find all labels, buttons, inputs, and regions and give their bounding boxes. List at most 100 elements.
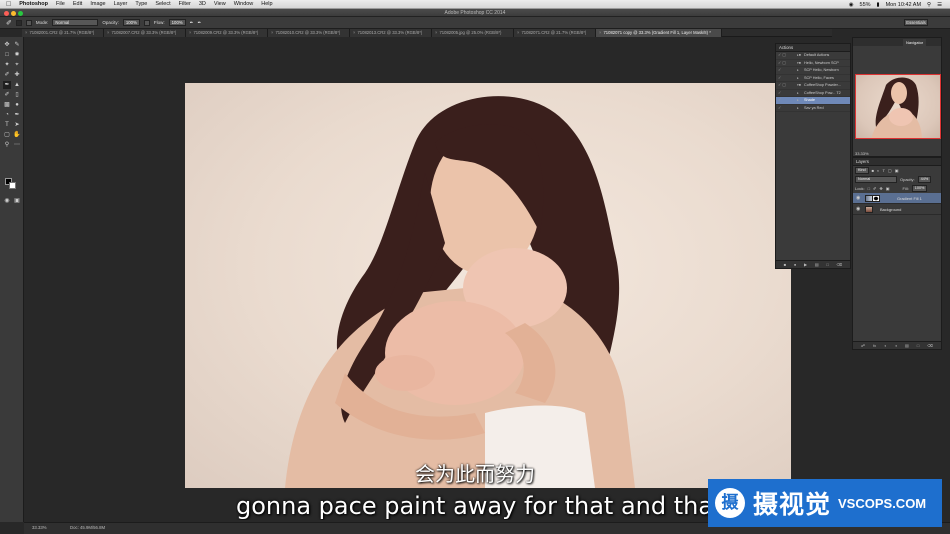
gradient-tool-icon[interactable]: ▩	[3, 101, 11, 109]
crop-tool-icon[interactable]: ⌖	[13, 61, 21, 69]
add-mask-icon[interactable]: ◐	[884, 343, 886, 348]
close-tab-icon[interactable]: ×	[25, 30, 27, 35]
background-color-swatch[interactable]	[9, 182, 16, 189]
new-group-icon[interactable]: ▤	[905, 343, 909, 348]
checkmark-icon[interactable]: ✓ ▢	[778, 82, 786, 89]
rectangle-tool-icon[interactable]: ▢	[3, 131, 11, 139]
action-set-row[interactable]: ✓ ▢ ▾■ Hello, Newborn SCP	[776, 60, 850, 67]
adjustment-layer-icon[interactable]: ◑	[895, 343, 897, 348]
mode-select[interactable]: Normal	[52, 19, 99, 26]
brush-panel-toggle[interactable]	[25, 19, 32, 26]
document-canvas-photo[interactable]	[185, 83, 791, 488]
disclosure-icon[interactable]: ▸	[797, 97, 799, 104]
checkmark-icon[interactable]: ✓ ▢	[778, 60, 786, 67]
marquee-tool-icon[interactable]: □	[3, 51, 11, 59]
list-icon[interactable]: ☰	[937, 2, 942, 8]
close-tab-icon[interactable]: ×	[599, 30, 601, 35]
trash-icon[interactable]: ⌫	[837, 262, 843, 267]
checkmark-icon[interactable]: ✓	[778, 75, 781, 82]
more-tools-icon[interactable]: ⋯	[13, 141, 21, 149]
pen-tool-icon[interactable]: ✒	[13, 111, 21, 119]
eyedropper-tool-icon[interactable]: ✐	[3, 71, 11, 79]
layer-row-background[interactable]: ◉ Background	[853, 204, 941, 215]
stop-icon[interactable]: ■	[784, 262, 786, 267]
checkmark-icon[interactable]: ✓	[778, 90, 781, 97]
lasso-tool-icon[interactable]: ✸	[13, 51, 21, 59]
quick-mask-icon[interactable]: ◉	[3, 197, 11, 205]
status-zoom[interactable]: 33.33%	[32, 525, 47, 530]
checkmark-icon[interactable]: ✓	[778, 97, 781, 104]
workspace-switcher[interactable]: Essentials	[904, 19, 928, 26]
close-tab-icon[interactable]: ×	[517, 30, 519, 35]
opacity-field[interactable]: 100%	[122, 19, 140, 26]
document-tab[interactable]: × 71082005.jpg @ 25.0% (RGB/8*)	[432, 29, 514, 37]
filter-kind-select[interactable]: Kind	[855, 167, 869, 174]
menu-edit[interactable]: Edit	[73, 1, 82, 7]
new-action-icon[interactable]: □	[826, 262, 828, 267]
fx-icon[interactable]: fx	[873, 343, 876, 348]
action-row[interactable]: ✓ ▸ SCP Hello, Faces	[776, 75, 850, 82]
hand-tool-icon[interactable]: ✋	[13, 131, 21, 139]
menu-image[interactable]: Image	[90, 1, 105, 7]
menu-3d[interactable]: 3D	[199, 1, 206, 7]
brush-tool-icon[interactable]: ✐	[6, 19, 12, 27]
battery-level[interactable]: 55%	[860, 2, 871, 8]
app-menu[interactable]: Photoshop	[19, 1, 48, 7]
flow-field[interactable]: 100%	[168, 19, 186, 26]
checkmark-icon[interactable]: ✓	[778, 105, 781, 112]
filter-type-icon[interactable]: T	[882, 168, 884, 173]
disclosure-icon[interactable]: ▸	[797, 75, 799, 82]
actions-panel-title[interactable]: Actions	[776, 44, 850, 52]
trash-icon[interactable]: ⌫	[927, 343, 933, 348]
blend-mode-select[interactable]: Normal	[855, 176, 897, 183]
visibility-eye-icon[interactable]: ◉	[856, 195, 860, 201]
action-row-selected[interactable]: ✓ ▸ Shade	[776, 97, 850, 105]
new-set-icon[interactable]: ▤	[815, 262, 819, 267]
close-tab-icon[interactable]: ×	[353, 30, 355, 35]
document-tab-active[interactable]: × 71082071 copy @ 33.3% (Gradient Fill 1,…	[596, 29, 722, 37]
eraser-tool-icon[interactable]: ▯	[13, 91, 21, 99]
blur-tool-icon[interactable]: ●	[13, 101, 21, 109]
layer-thumbnail[interactable]	[865, 206, 873, 213]
size-pressure-icon[interactable]: ✒	[197, 20, 201, 26]
lock-position-icon[interactable]: ✥	[879, 186, 882, 191]
clock[interactable]: Mon 10:42 AM	[886, 2, 921, 8]
close-tab-icon[interactable]: ×	[435, 30, 437, 35]
menu-view[interactable]: View	[214, 1, 226, 7]
close-tab-icon[interactable]: ×	[107, 30, 109, 35]
disclosure-icon[interactable]: ▸	[797, 105, 799, 112]
layer-fill-field[interactable]: 100%	[911, 185, 928, 192]
new-layer-icon[interactable]: □	[917, 343, 919, 348]
menu-type[interactable]: Type	[135, 1, 147, 7]
action-row[interactable]: ✓ ▸ SCP Hello, Newborn	[776, 67, 850, 75]
menu-filter[interactable]: Filter	[179, 1, 191, 7]
disclosure-icon[interactable]: ▸	[797, 90, 799, 97]
dodge-tool-icon[interactable]: ◔	[3, 111, 11, 119]
layer-mask-thumbnail[interactable]	[872, 195, 880, 202]
document-tab[interactable]: × 71082007.CR2 @ 33.3% (RGB/8*)	[104, 29, 186, 37]
airbrush-icon[interactable]: ✒	[190, 20, 194, 26]
wifi-icon[interactable]: ◉	[849, 2, 854, 8]
document-tab[interactable]: × 71082013.CR2 @ 33.3% (RGB/8*)	[350, 29, 432, 37]
play-icon[interactable]: ▶	[804, 262, 807, 267]
filter-smart-icon[interactable]: ▣	[895, 168, 899, 173]
status-doc-size[interactable]: Doc: 45.9M/56.8M	[70, 525, 105, 530]
disclosure-icon[interactable]: ▸	[797, 67, 799, 74]
layers-panel-title[interactable]: Layers	[853, 158, 941, 166]
document-tab[interactable]: × 71082001.CR2 @ 21.7% (RGB/8*)	[22, 29, 104, 37]
document-tab[interactable]: × 71082009.CR2 @ 33.3% (RGB/8*)	[186, 29, 268, 37]
lock-pixels-icon[interactable]: □	[868, 186, 870, 191]
quick-select-tool-icon[interactable]: ✦	[3, 61, 11, 69]
layer-opacity-field[interactable]: 44%	[917, 176, 932, 183]
visibility-eye-icon[interactable]: ◉	[856, 206, 860, 212]
navigator-thumbnail[interactable]	[855, 74, 941, 139]
layer-row-gradient-fill[interactable]: ◉ Gradient Fill 1	[853, 193, 941, 204]
link-layers-icon[interactable]: ☍	[861, 343, 865, 348]
action-set-row[interactable]: ✓ ▢ ▸■ Default Actions	[776, 52, 850, 60]
menu-select[interactable]: Select	[155, 1, 170, 7]
close-tab-icon[interactable]: ×	[271, 30, 273, 35]
brush-preset-picker[interactable]	[15, 19, 22, 26]
opacity-pressure-toggle[interactable]	[143, 19, 150, 26]
lock-all-icon[interactable]: ▣	[886, 186, 890, 191]
zoom-tool-icon[interactable]: ⚲	[3, 141, 11, 149]
